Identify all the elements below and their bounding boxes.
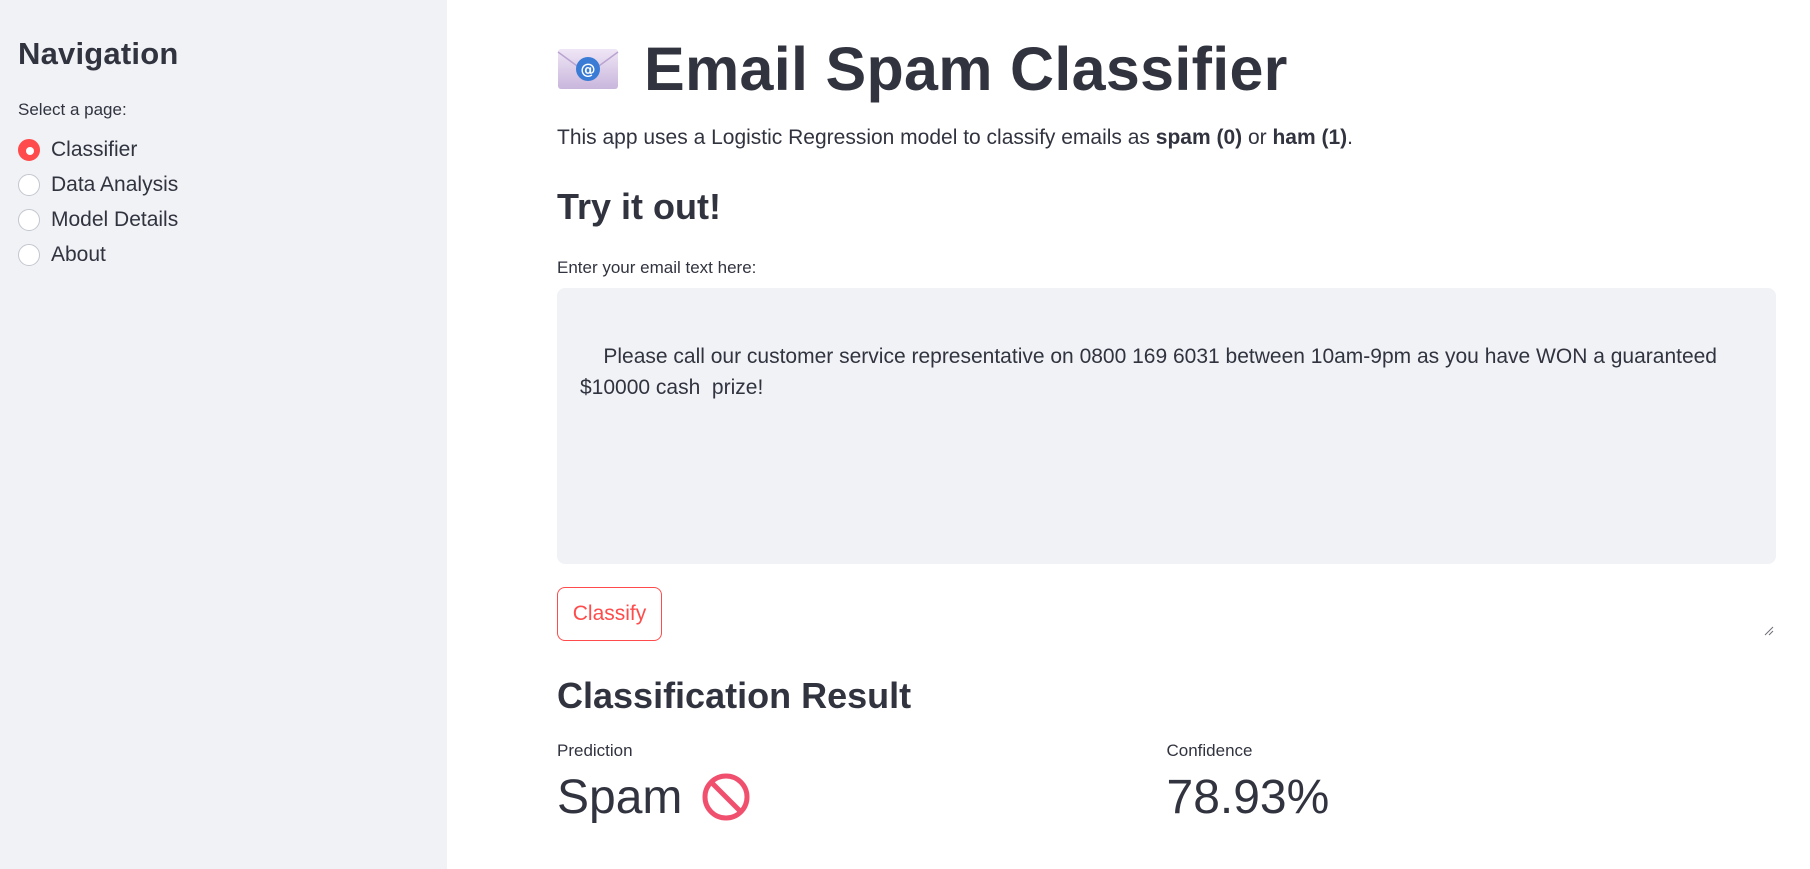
sidebar-title: Navigation — [18, 36, 179, 71]
envelope-at-icon: @ — [557, 46, 619, 92]
svg-text:@: @ — [581, 61, 596, 79]
main-content: @ Email Spam Classifier This app uses a … — [557, 0, 1776, 869]
title-row: @ Email Spam Classifier — [557, 35, 1776, 103]
resize-handle-icon[interactable] — [1764, 552, 1774, 636]
description-spam: spam (0) — [1155, 126, 1243, 149]
result-heading: Classification Result — [557, 675, 912, 716]
result-metrics: Prediction Spam Confidence 78.93% — [557, 741, 1776, 827]
radio-label-model-details: Model Details — [51, 207, 179, 231]
app-description: This app uses a Logistic Regression mode… — [557, 126, 1776, 150]
radio-about[interactable]: About — [18, 237, 429, 272]
prediction-metric: Prediction Spam — [557, 741, 1167, 827]
prediction-value: Spam — [557, 770, 683, 824]
description-suffix: . — [1347, 126, 1354, 149]
radio-label-about: About — [51, 242, 106, 266]
prediction-value-row: Spam — [557, 767, 1167, 827]
confidence-value: 78.93% — [1166, 770, 1330, 824]
confidence-value-row: 78.93% — [1167, 767, 1777, 827]
try-it-heading: Try it out! — [557, 186, 721, 227]
sidebar: Navigation Select a page: Classifier Dat… — [0, 0, 447, 869]
radio-button[interactable] — [18, 173, 40, 196]
email-text-value: Please call our customer service represe… — [580, 345, 1723, 399]
page-title: Email Spam Classifier — [644, 35, 1288, 103]
radio-label-classifier: Classifier — [51, 137, 138, 161]
confidence-label: Confidence — [1166, 741, 1253, 760]
classify-button[interactable]: Classify — [557, 587, 662, 641]
description-middle: or — [1242, 126, 1273, 149]
email-input-label: Enter your email text here: — [557, 258, 757, 277]
confidence-metric: Confidence 78.93% — [1167, 741, 1777, 827]
description-prefix: This app uses a Logistic Regression mode… — [557, 126, 1156, 149]
radio-button[interactable] — [18, 243, 40, 266]
prediction-label: Prediction — [557, 741, 633, 760]
page-radio-group: Classifier Data Analysis Model Details A… — [18, 132, 429, 272]
radio-caption: Select a page: — [18, 100, 127, 119]
description-ham: ham (1) — [1272, 126, 1348, 149]
no-entry-icon — [700, 771, 752, 823]
radio-label-data-analysis: Data Analysis — [51, 172, 179, 196]
radio-button-checked[interactable] — [18, 138, 40, 161]
radio-classifier[interactable]: Classifier — [18, 132, 429, 167]
email-text-area[interactable]: Please call our customer service represe… — [557, 288, 1776, 636]
radio-data-analysis[interactable]: Data Analysis — [18, 167, 429, 202]
radio-button[interactable] — [18, 208, 40, 231]
radio-model-details[interactable]: Model Details — [18, 202, 429, 237]
